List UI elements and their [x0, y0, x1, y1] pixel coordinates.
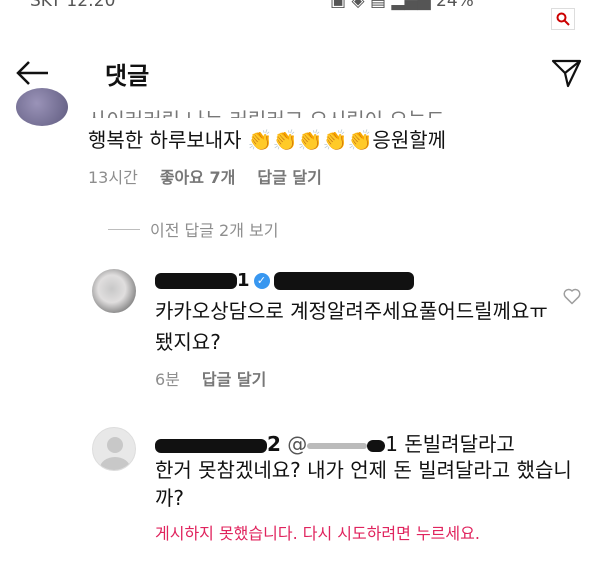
verified-badge-icon: ✓ [253, 273, 270, 289]
avatar[interactable] [92, 269, 136, 313]
likes-count[interactable]: 좋아요 7개 [160, 168, 236, 187]
status-bar: SKT 12:20 ▣ ◈ ▤ ▂▄▆ 24% [0, 0, 601, 24]
comment-text: 한거 못참겠네요? 내가 언제 돈 빌려달라고 했습니까? [155, 458, 572, 510]
status-time: SKT 12:20 [30, 0, 116, 11]
avatar[interactable] [92, 427, 136, 471]
comment-text: 행복한 하루보내자 👏👏👏👏👏응원할께 [88, 128, 447, 152]
comment-meta: 6분 답글 달기 [155, 366, 288, 390]
divider [108, 229, 140, 230]
like-heart-icon[interactable] [562, 286, 582, 306]
censored-handle [273, 272, 414, 290]
page-title: 댓글 [105, 62, 150, 90]
comment-first-line: 2 @1 돈빌려달라고 [155, 428, 515, 457]
avatar[interactable] [16, 88, 68, 126]
comment-text: 카카오상담으로 계정알려주세요풀어드릴께요ㅠ됐지요? [155, 299, 548, 354]
comment-meta: 13시간 좋아요 7개 답글 달기 [88, 164, 344, 188]
comment-time: 13시간 [88, 168, 138, 187]
mention[interactable]: @1 [287, 432, 398, 456]
post-failed-retry[interactable]: 게시하지 못했습니다. 다시 시도하려면 누르세요. [155, 520, 480, 544]
username[interactable]: 1 ✓ [155, 270, 414, 291]
comment-partial-text: 사이러러링 나는 러링러고 오시링이 오늘도 [88, 106, 445, 118]
send-icon[interactable] [550, 58, 582, 88]
status-battery: ▣ ◈ ▤ ▂▄▆ 24% [330, 0, 474, 11]
reply-link[interactable]: 답글 달기 [202, 370, 266, 389]
comment-time: 6분 [155, 370, 180, 389]
header: 댓글 [0, 48, 601, 100]
censored-username [155, 438, 267, 453]
censored-username [155, 273, 237, 289]
search-icon[interactable] [551, 8, 575, 30]
view-previous-replies[interactable]: 이전 답글 2개 보기 [150, 217, 278, 241]
reply-link[interactable]: 답글 달기 [257, 168, 321, 187]
back-arrow-icon[interactable] [14, 58, 50, 88]
